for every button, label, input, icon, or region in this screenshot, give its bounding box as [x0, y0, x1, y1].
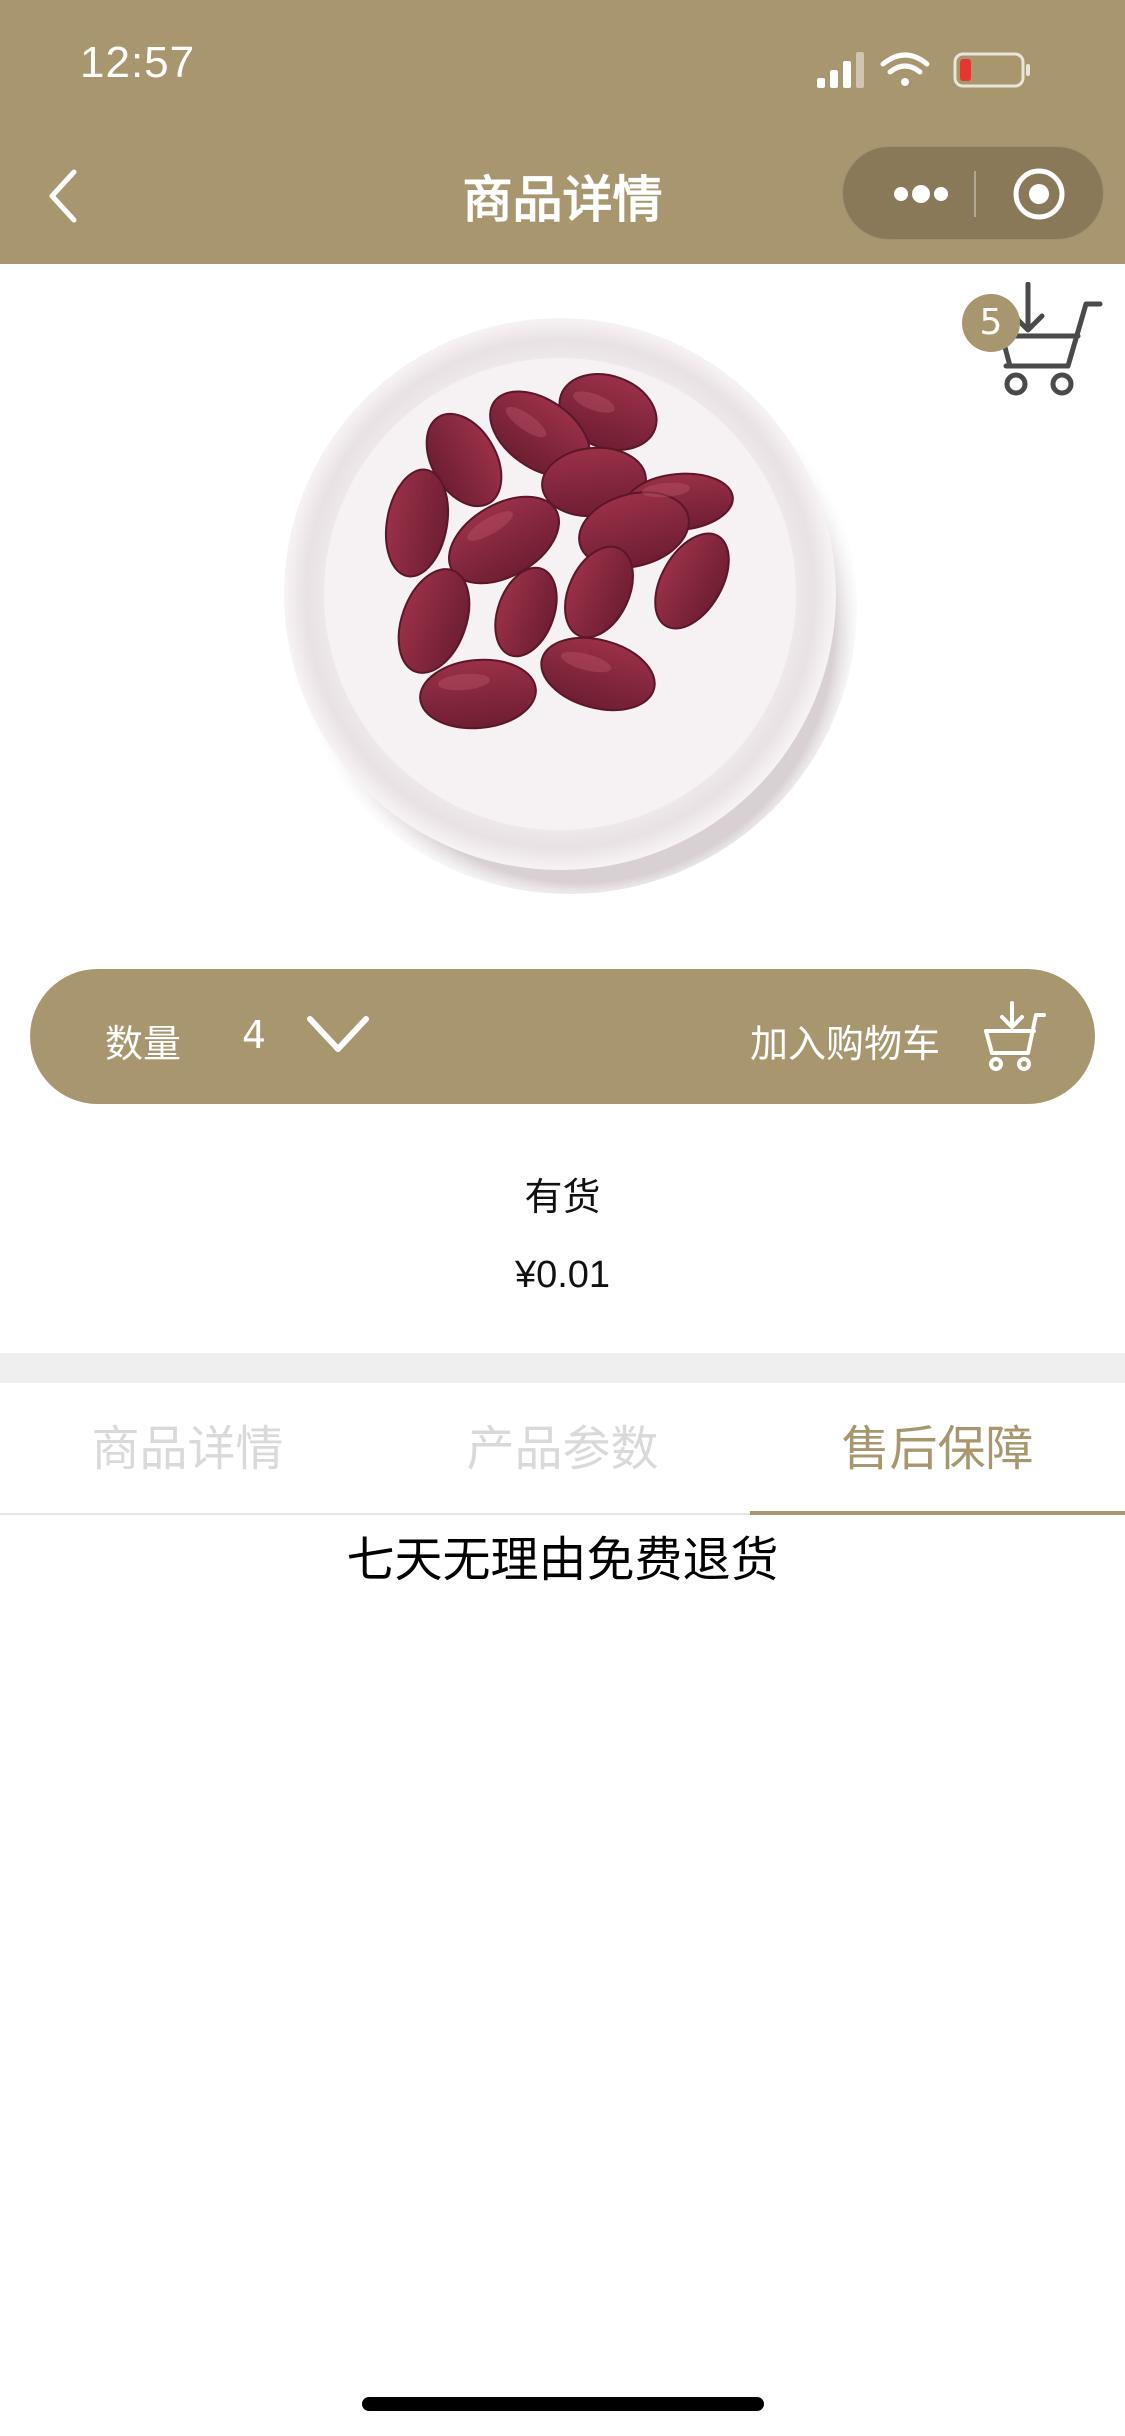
chevron-down-icon[interactable]: [302, 1007, 374, 1063]
header-bar: 12:57 商品详情: [0, 0, 1125, 264]
stock-status: 有货: [524, 1175, 601, 1219]
tab-product-specs[interactable]: 产品参数: [375, 1383, 750, 1515]
status-icons: [817, 52, 1030, 88]
signal-icon: [817, 52, 864, 88]
section-divider: [0, 1353, 1125, 1383]
cart-add-icon[interactable]: [978, 1001, 1050, 1073]
miniprogram-capsule: [842, 146, 1104, 240]
quantity-value[interactable]: 4: [242, 1013, 266, 1057]
product-price: ¥0.01: [514, 1254, 611, 1296]
active-tab-underline: [750, 1511, 1125, 1515]
tab-product-details[interactable]: 商品详情: [0, 1383, 375, 1515]
add-to-cart-button[interactable]: 加入购物车: [750, 1013, 940, 1068]
cart-badge: 5: [962, 294, 1020, 352]
capsule-divider: [974, 171, 976, 217]
quantity-label: 数量: [105, 1022, 182, 1066]
after-sales-text: 七天无理由免费退货: [346, 1532, 779, 1588]
wifi-icon: [880, 52, 930, 86]
home-indicator[interactable]: [362, 2397, 764, 2411]
status-time: 12:57: [80, 38, 196, 87]
detail-tabs: 商品详情 产品参数 售后保障: [0, 1383, 1125, 1515]
product-image: [281, 318, 857, 894]
product-image-area: [0, 264, 1125, 944]
tab-after-sales[interactable]: 售后保障: [750, 1383, 1125, 1515]
action-bar: 数量 4 加入购物车: [30, 969, 1095, 1104]
more-icon[interactable]: [865, 147, 973, 241]
target-icon[interactable]: [983, 147, 1091, 241]
battery-icon: [953, 52, 1030, 88]
